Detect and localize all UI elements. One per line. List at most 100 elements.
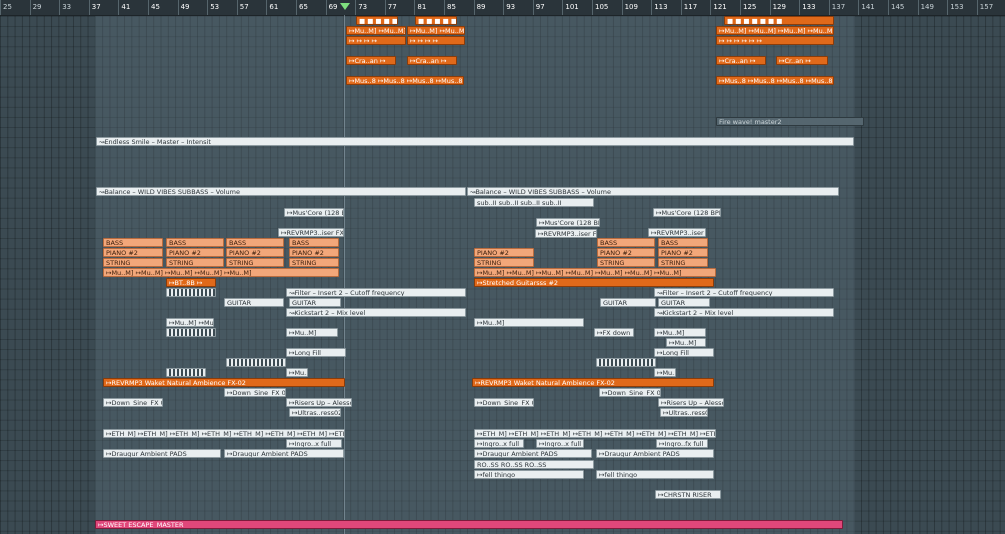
playlist-clip[interactable]: ↦Mu..: [286, 368, 308, 377]
playlist-clip[interactable]: ↦FX down: [594, 328, 634, 337]
playlist-clip[interactable]: ↦Mu..M] ↦Mu..M]: [346, 26, 406, 35]
playlist-clip[interactable]: ↦Risers Up – Alesso: [286, 398, 352, 407]
playlist-clip[interactable]: ↦Mu..M]: [654, 328, 706, 337]
playlist-clip[interactable]: GUITAR: [600, 298, 656, 307]
playlist-clip[interactable]: ↦CHRSTN RISER: [655, 490, 721, 499]
playlist-clip[interactable]: ↦Draugur Ambient PADS: [224, 449, 344, 458]
playlist-clip[interactable]: STRING: [166, 258, 224, 267]
playlist-clip[interactable]: ↦fell thingo: [474, 470, 584, 479]
playlist-clip[interactable]: ↦ETH_M] ↦ETH_M] ↦ETH_M] ↦ETH_M] ↦ETH_M] …: [474, 429, 716, 438]
playlist-clip[interactable]: BASS: [658, 238, 708, 247]
playlist-clip[interactable]: ↦Ingro..fx full: [656, 439, 708, 448]
playlist-clip[interactable]: ↝Filter – Insert 2 – Cutoff frequency: [654, 288, 834, 297]
playlist-clip[interactable]: BASS: [103, 238, 163, 247]
playlist-clip[interactable]: PIANO #2: [289, 248, 339, 257]
playlist-clip[interactable]: ↦Cra..an ↦: [407, 56, 457, 65]
timeline-ruler[interactable]: 25 29 33 37 41 45 49 53 57 61 65 69 73 77 81 85 89 93 97 10…: [0, 0, 1005, 16]
playlist-clip[interactable]: ■ ■ ■ ■ ■ ■: [415, 16, 457, 25]
playlist-clip[interactable]: GUITAR: [224, 298, 284, 307]
playlist-clip[interactable]: ↦Ingro..x full: [536, 439, 584, 448]
playlist-clip[interactable]: ↦Mu..M]: [286, 328, 338, 337]
playlist-clip[interactable]: ↦Mu..M] ↦Mu..M]: [407, 26, 465, 35]
playlist-clip[interactable]: ↦Mu..M]: [474, 318, 584, 327]
playlist-clip[interactable]: ↝Endless Smile – Master – Intensit: [96, 137, 854, 146]
playlist-clip[interactable]: BASS: [166, 238, 224, 247]
playlist-clip[interactable]: ■ ■ ■ ■ ■ ■ ■: [724, 16, 834, 25]
pattern-clip[interactable]: [166, 328, 216, 337]
playlist-clip[interactable]: ↦Mu..M] ↦Mu..M] ↦Mu..M] ↦Mu..M]: [716, 26, 834, 35]
playlist-clip[interactable]: ↦Mus'Core (128 BPM): [536, 218, 600, 227]
playlist-clip[interactable]: PIANO #2: [474, 248, 534, 257]
playlist-clip[interactable]: RO..SS RO..SS RO..SS: [474, 460, 594, 469]
playlist-clip[interactable]: ↦Mus..8 ↦Mus..8 ↦Mus..8 ↦Mus..8: [346, 76, 464, 85]
playlist-clip[interactable]: ↦Ultras..ress029: [289, 408, 341, 417]
playlist-clip[interactable]: ↦Mu..M] ↦Mu..M] ↦Mu..M]: [166, 318, 214, 327]
playlist-clip[interactable]: PIANO #2: [166, 248, 224, 257]
playlist-clip[interactable]: ↝Filter – Insert 2 – Cutoff frequency: [286, 288, 466, 297]
playlist-clip[interactable]: ↝Kickstart 2 – Mix level: [654, 308, 834, 317]
playlist-clip[interactable]: ↝Kickstart 2 – Mix level: [286, 308, 466, 317]
playlist-clip[interactable]: ↦Cra..an ↦: [716, 56, 766, 65]
playlist-clip[interactable]: ↦REVRMP3 Waket Natural Ambience FX-02: [103, 378, 345, 387]
playlist-clip[interactable]: ↦Down_Sine_FX 04: [224, 388, 286, 397]
playlist-clip[interactable]: ↦Cra..an ↦: [346, 56, 396, 65]
playlist-clip[interactable]: PIANO #2: [103, 248, 163, 257]
playlist-clip[interactable]: sub..II sub..II sub..II sub..II: [474, 198, 594, 207]
playlist-clip[interactable]: ↦Down_Sine_FX 04: [599, 388, 661, 397]
playlist-clip[interactable]: STRING: [597, 258, 655, 267]
playlist-clip[interactable]: ↦Mus'Core (128 BPM): [284, 208, 344, 217]
playlist-clip[interactable]: Fire wave! master2: [716, 117, 864, 126]
playlist-clip[interactable]: ↦Mus'Core (128 BPM): [653, 208, 721, 217]
playlist-clip[interactable]: STRING: [289, 258, 339, 267]
playlist-clip[interactable]: STRING: [103, 258, 163, 267]
playlist-clip[interactable]: ↦fell thingo: [596, 470, 714, 479]
playlist-clip[interactable]: ↦Ultras..ress029: [660, 408, 708, 417]
playlist-clip[interactable]: ↦Ingro..x full: [474, 439, 524, 448]
playlist-clip[interactable]: ↦Down_Sine_FX 04: [103, 398, 163, 407]
playlist-clip[interactable]: ↦BT..8B ↦: [166, 278, 216, 287]
playlist-clip[interactable]: STRING: [226, 258, 284, 267]
playlist-clip[interactable]: BASS: [289, 238, 339, 247]
playhead-marker-icon[interactable]: [340, 3, 350, 10]
playlist-clip[interactable]: ■ ■ ■ ■ ■ ■ ■: [356, 16, 398, 25]
playlist-clip[interactable]: BASS: [597, 238, 655, 247]
playlist-clip[interactable]: ↦SWEET ESCAPE_MASTER: [95, 520, 843, 529]
playlist-clip[interactable]: ↝Balance – WILD VIBES SUBBASS – Volume: [96, 187, 466, 196]
playlist-clip[interactable]: ↦Long Fill: [654, 348, 714, 357]
playlist-clip[interactable]: ↦Draugur Ambient PADS: [474, 449, 592, 458]
playlist-clip[interactable]: STRING: [658, 258, 708, 267]
playlist-clip[interactable]: ↦Ingro..x full: [286, 439, 342, 448]
pattern-clip[interactable]: [166, 368, 206, 377]
playlist-clip[interactable]: ↦REVRMP3..iser FX: [278, 228, 344, 237]
playlist-clip[interactable]: ↦Mu..: [654, 368, 676, 377]
pattern-clip[interactable]: [166, 288, 216, 297]
playlist-clip[interactable]: ↦REVRMP3..iser FX: [648, 228, 706, 237]
playlist-clip[interactable]: ↦Stretched Guitarsss #2: [474, 278, 714, 287]
playlist-clip[interactable]: ↝Balance – WILD VIBES SUBBASS – Volume: [467, 187, 839, 196]
playlist-clip[interactable]: PIANO #2: [597, 248, 655, 257]
playlist-clip[interactable]: ↦Mu..M] ↦Mu..M] ↦Mu..M] ↦Mu..M] ↦Mu..M] …: [474, 268, 716, 277]
playlist-clip[interactable]: ↦Draugur Ambient PADS: [596, 449, 714, 458]
playlist-clip[interactable]: ↦Mus..8 ↦Mus..8 ↦Mus..8 ↦Mus..8: [716, 76, 834, 85]
playlist-clip[interactable]: ↦Long Fill: [286, 348, 346, 357]
playlist-clip[interactable]: ↦ETH_M] ↦ETH_M] ↦ETH_M] ↦ETH_M] ↦ETH_M] …: [103, 429, 345, 438]
playlist-clip[interactable]: ↦ ↦ ↦ ↦: [407, 36, 465, 45]
playlist-clip[interactable]: ↦Down_Sine_FX 04: [474, 398, 534, 407]
playlist-clip[interactable]: ↦REVRMP3..iser FX: [535, 229, 597, 238]
playlist-clip[interactable]: ↦Cr..an ↦: [776, 56, 828, 65]
pattern-clip[interactable]: [226, 358, 286, 367]
playlist-clip[interactable]: PIANO #2: [658, 248, 708, 257]
pattern-clip[interactable]: [596, 358, 656, 367]
playlist-clip[interactable]: GUITAR: [658, 298, 710, 307]
playlist-clip[interactable]: ↦Mu..M]: [666, 338, 706, 347]
playlist-clip[interactable]: BASS: [226, 238, 284, 247]
playlist-clip[interactable]: ↦Mu..M] ↦Mu..M] ↦Mu..M] ↦Mu..M] ↦Mu..M]: [103, 268, 339, 277]
playlist-clip[interactable]: ↦ ↦ ↦ ↦: [346, 36, 406, 45]
playlist-clip[interactable]: ↦REVRMP3 Waket Natural Ambience FX-02: [472, 378, 714, 387]
playlist-clip[interactable]: ↦Risers Up – Alesso: [658, 398, 724, 407]
playlist-clip[interactable]: STRING: [474, 258, 534, 267]
playlist-clip[interactable]: ↦ ↦ ↦ ↦ ↦ ↦: [716, 36, 834, 45]
playlist-clip[interactable]: GUITAR: [289, 298, 341, 307]
playlist-clip[interactable]: ↦Draugur Ambient PADS: [103, 449, 221, 458]
playlist-clip[interactable]: PIANO #2: [226, 248, 284, 257]
